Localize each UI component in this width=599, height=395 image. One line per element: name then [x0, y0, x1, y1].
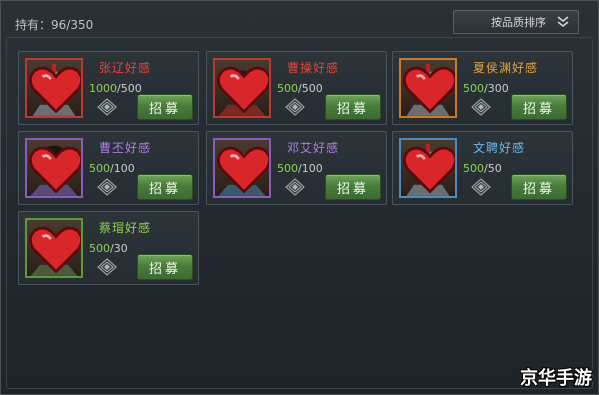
general-card[interactable]: 邓艾好感 500/100 招募 [206, 131, 387, 205]
rank-emblem-icon [471, 98, 491, 116]
recruit-button[interactable]: 招募 [325, 94, 381, 120]
general-card[interactable]: 文聘好感 500/50 招募 [392, 131, 573, 205]
general-card[interactable]: 曹丕好感 500/100 招募 [18, 131, 199, 205]
general-portrait[interactable] [25, 218, 83, 278]
heart-icon [217, 146, 269, 194]
general-card[interactable]: 曹操好感 500/500 招募 [206, 51, 387, 125]
general-card[interactable]: 夏侯渊好感 500/300 招募 [392, 51, 573, 125]
general-affinity-name: 夏侯渊好感 [473, 61, 539, 75]
affinity-current: 500 [89, 162, 110, 175]
general-affinity-name: 邓艾好感 [287, 141, 340, 155]
affinity-progress: 1000/500 [89, 82, 142, 95]
affinity-progress: 500/100 [277, 162, 323, 175]
affinity-total: /300 [484, 82, 509, 95]
recruit-button[interactable]: 招募 [325, 174, 381, 200]
affinity-current: 500 [463, 82, 484, 95]
affinity-total: /100 [298, 162, 323, 175]
affinity-current: 1000 [89, 82, 117, 95]
affinity-total: /500 [117, 82, 142, 95]
recruit-button[interactable]: 招募 [137, 94, 193, 120]
affinity-total: /500 [298, 82, 323, 95]
rank-emblem-icon [285, 98, 305, 116]
heart-icon [29, 66, 81, 114]
general-portrait[interactable] [399, 138, 457, 198]
owned-count-label: 持有：96/350 [15, 18, 94, 32]
general-affinity-name: 张辽好感 [99, 61, 152, 75]
general-affinity-panel: 持有：96/350 按品质排序 张辽好感 1000/500 招募 曹操好感 50… [0, 0, 599, 395]
general-affinity-name: 文聘好感 [473, 141, 526, 155]
recruit-button[interactable]: 招募 [137, 254, 193, 280]
rank-emblem-icon [97, 258, 117, 276]
sort-dropdown-label: 按品质排序 [491, 16, 546, 29]
affinity-progress: 500/30 [89, 242, 128, 255]
watermark-logo: 京华手游 [520, 368, 592, 389]
recruit-button[interactable]: 招募 [511, 174, 567, 200]
affinity-current: 500 [277, 82, 298, 95]
general-portrait[interactable] [213, 138, 271, 198]
affinity-current: 500 [463, 162, 484, 175]
general-portrait[interactable] [399, 58, 457, 118]
general-card[interactable]: 张辽好感 1000/500 招募 [18, 51, 199, 125]
general-affinity-name: 曹丕好感 [99, 141, 152, 155]
affinity-total: /30 [110, 242, 128, 255]
affinity-progress: 500/500 [277, 82, 323, 95]
general-affinity-name: 蔡瑁好感 [99, 221, 152, 235]
affinity-progress: 500/300 [463, 82, 509, 95]
rank-emblem-icon [285, 178, 305, 196]
heart-icon [403, 66, 455, 114]
affinity-current: 500 [89, 242, 110, 255]
double-chevron-down-icon [557, 16, 569, 27]
general-portrait[interactable] [25, 58, 83, 118]
affinity-total: /50 [484, 162, 502, 175]
general-card[interactable]: 蔡瑁好感 500/30 招募 [18, 211, 199, 285]
rank-emblem-icon [471, 178, 491, 196]
sort-by-quality-dropdown[interactable]: 按品质排序 [453, 10, 579, 34]
general-affinity-name: 曹操好感 [287, 61, 340, 75]
heart-icon [29, 146, 81, 194]
rank-emblem-icon [97, 178, 117, 196]
recruit-button[interactable]: 招募 [137, 174, 193, 200]
affinity-progress: 500/100 [89, 162, 135, 175]
general-portrait[interactable] [25, 138, 83, 198]
affinity-total: /100 [110, 162, 135, 175]
heart-icon [403, 146, 455, 194]
heart-icon [217, 66, 269, 114]
general-portrait[interactable] [213, 58, 271, 118]
affinity-current: 500 [277, 162, 298, 175]
affinity-progress: 500/50 [463, 162, 502, 175]
rank-emblem-icon [97, 98, 117, 116]
recruit-button[interactable]: 招募 [511, 94, 567, 120]
heart-icon [29, 226, 81, 274]
